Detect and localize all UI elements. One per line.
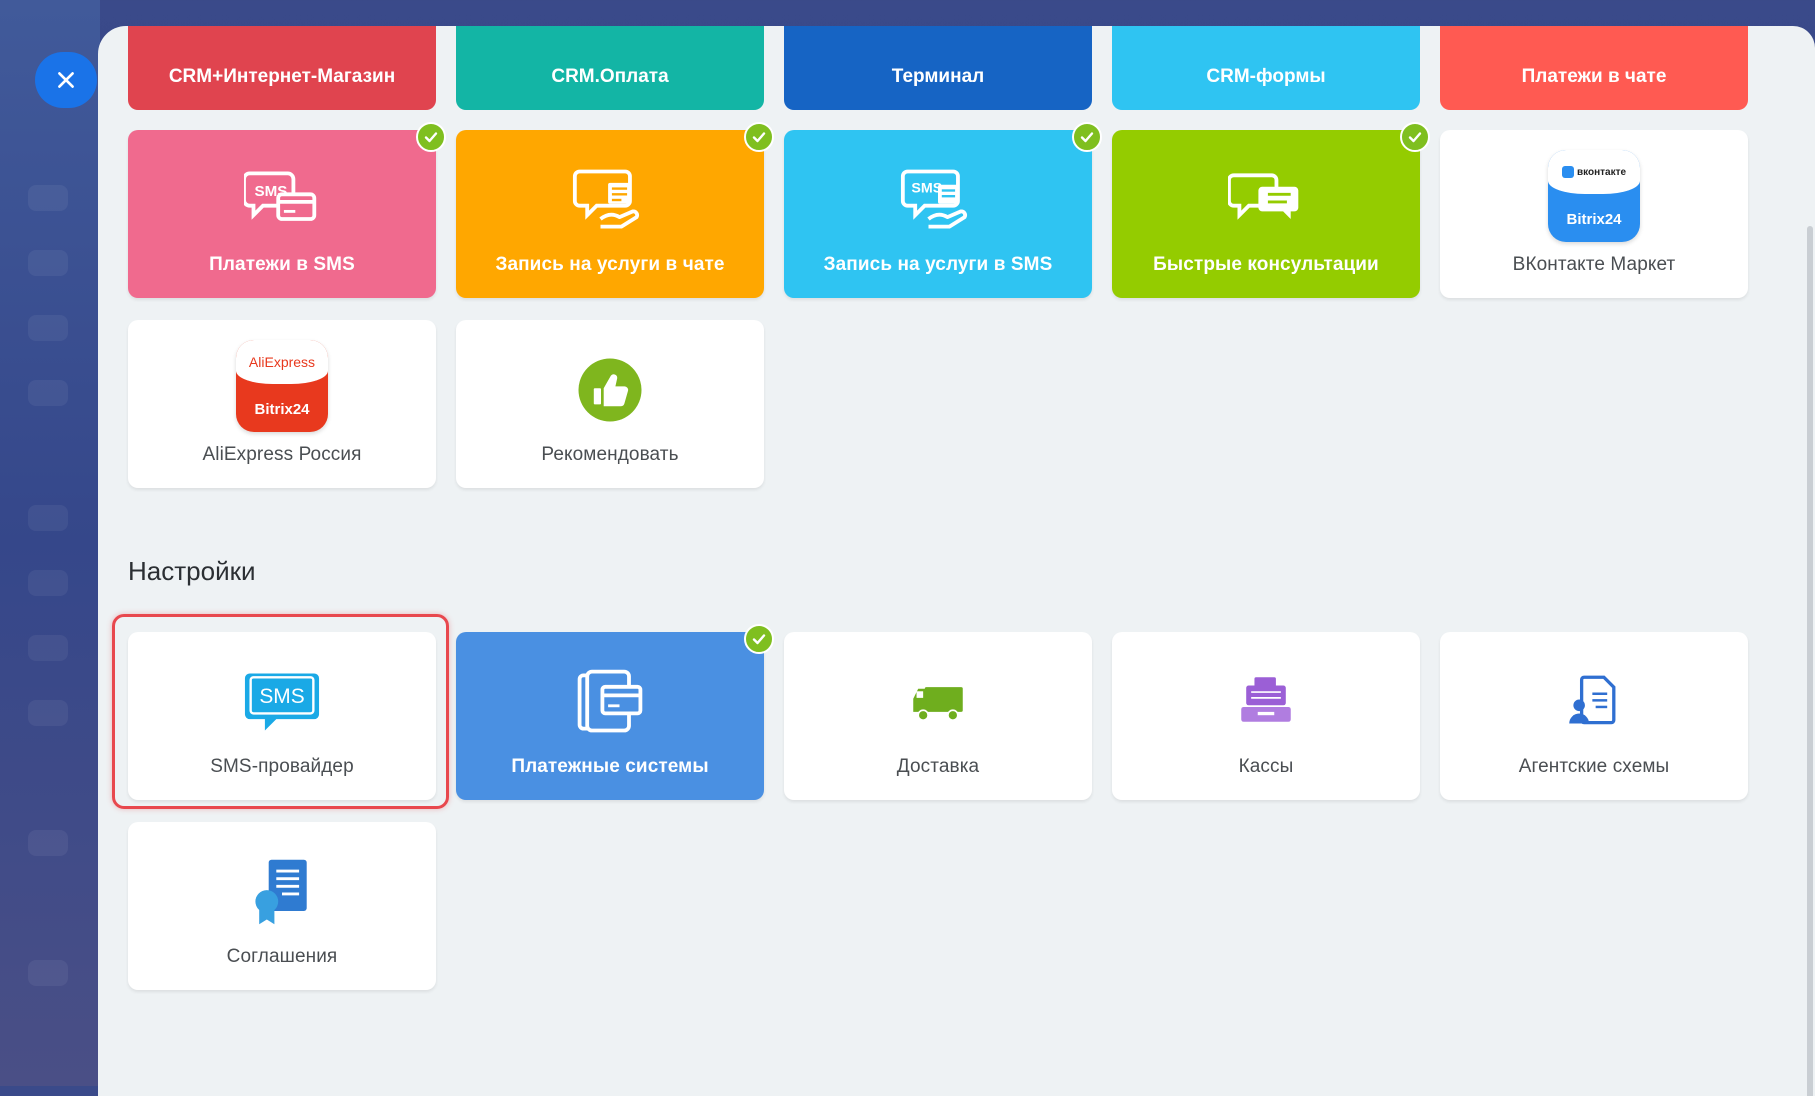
payment-systems-icon bbox=[570, 662, 650, 742]
blurred-item bbox=[28, 570, 68, 596]
blurred-item bbox=[28, 185, 68, 211]
tile-terminal[interactable]: Терминал bbox=[784, 26, 1092, 110]
tile-label: Соглашения bbox=[226, 946, 338, 967]
tile-payment-systems[interactable]: Платежные системы bbox=[456, 624, 774, 800]
tile-sms-payments[interactable]: SMS Платежи в SMS bbox=[128, 122, 446, 298]
tile-crm-payment[interactable]: CRM.Оплата bbox=[456, 26, 764, 110]
tile-agent-schemes[interactable]: Агентские схемы bbox=[1440, 632, 1748, 800]
tile-label: Запись на услуги в SMS bbox=[823, 254, 1053, 275]
tile-cash-registers[interactable]: Кассы bbox=[1112, 632, 1420, 800]
tile-label: Терминал bbox=[891, 66, 985, 87]
sms-booking-icon: SMS bbox=[898, 160, 978, 240]
tile-label: Запись на услуги в чате bbox=[495, 254, 725, 275]
highlight-frame bbox=[112, 614, 449, 809]
tile-label: Рекомендовать bbox=[541, 444, 679, 465]
truck-icon bbox=[898, 662, 978, 742]
chat-bubbles-icon bbox=[1226, 160, 1306, 240]
tile-label: Агентские схемы bbox=[1518, 756, 1670, 777]
installed-check-icon bbox=[1072, 122, 1102, 152]
bitrix-logo-text: Bitrix24 bbox=[254, 401, 310, 418]
background-sidebar-blur bbox=[0, 0, 100, 1086]
tile-label: Платежи в SMS bbox=[209, 254, 355, 275]
agent-scheme-icon bbox=[1554, 662, 1634, 742]
tile-chat-payments[interactable]: Платежи в чате bbox=[1440, 26, 1748, 110]
blurred-item bbox=[28, 635, 68, 661]
aliexpress-bitrix-icon: AliExpress Bitrix24 bbox=[234, 338, 330, 434]
tile-chat-booking[interactable]: Запись на услуги в чате bbox=[456, 122, 774, 298]
blurred-item bbox=[28, 315, 68, 341]
svg-text:SMS: SMS bbox=[911, 180, 942, 196]
sms-card-icon: SMS bbox=[242, 160, 322, 240]
blurred-item bbox=[28, 830, 68, 856]
tile-crm-forms[interactable]: CRM-формы bbox=[1112, 26, 1420, 110]
tile-label: Платежи в чате bbox=[1521, 66, 1667, 87]
scrollbar[interactable] bbox=[1803, 26, 1815, 1096]
bitrix-logo-text: Bitrix24 bbox=[1566, 211, 1622, 228]
close-button[interactable] bbox=[35, 52, 97, 108]
installed-check-icon bbox=[1400, 122, 1430, 152]
aliexpress-logo-text: AliExpress bbox=[248, 354, 316, 370]
installed-check-icon bbox=[744, 624, 774, 654]
tile-crm-shop[interactable]: CRM+Интернет-Магазин bbox=[128, 26, 436, 110]
blurred-item bbox=[28, 250, 68, 276]
thumbs-up-icon bbox=[570, 350, 650, 430]
cash-register-icon bbox=[1226, 662, 1306, 742]
installed-check-icon bbox=[416, 122, 446, 152]
blurred-item bbox=[28, 380, 68, 406]
agreement-icon bbox=[242, 852, 322, 932]
tile-recommend[interactable]: Рекомендовать bbox=[456, 320, 764, 488]
chat-booking-icon bbox=[570, 160, 650, 240]
section-title-settings: Настройки bbox=[128, 556, 256, 586]
vk-logo-text: вконтакте bbox=[1576, 166, 1627, 178]
close-icon bbox=[58, 72, 74, 88]
scrollbar-thumb[interactable] bbox=[1807, 226, 1813, 1096]
tile-delivery[interactable]: Доставка bbox=[784, 632, 1092, 800]
tile-quick-consult[interactable]: Быстрые консультации bbox=[1112, 122, 1430, 298]
tile-label: ВКонтакте Маркет bbox=[1512, 254, 1676, 275]
tile-sms-booking[interactable]: SMS Запись на услуги в SMS bbox=[784, 122, 1102, 298]
tile-label: CRM.Оплата bbox=[551, 66, 669, 87]
tile-label: Доставка bbox=[896, 756, 980, 777]
blurred-item bbox=[28, 700, 68, 726]
tile-aliexpress[interactable]: AliExpress Bitrix24 AliExpress Россия bbox=[128, 320, 436, 488]
blurred-item bbox=[28, 960, 68, 986]
tile-label: Быстрые консультации bbox=[1153, 254, 1379, 275]
marketplace-panel: CRM+Интернет-Магазин CRM.Оплата Терминал… bbox=[98, 26, 1815, 1096]
tile-label: CRM+Интернет-Магазин bbox=[168, 66, 396, 87]
blurred-item bbox=[28, 505, 68, 531]
tile-agreements[interactable]: Соглашения bbox=[128, 822, 436, 990]
tile-label: Кассы bbox=[1238, 756, 1294, 777]
vk-bitrix-icon: вконтакте Bitrix24 bbox=[1546, 148, 1642, 244]
tile-vk-market[interactable]: вконтакте Bitrix24 ВКонтакте Маркет bbox=[1440, 130, 1748, 298]
tile-label: Платежные системы bbox=[511, 756, 709, 777]
tile-label: AliExpress Россия bbox=[202, 444, 362, 465]
tile-label: CRM-формы bbox=[1206, 66, 1326, 87]
installed-check-icon bbox=[744, 122, 774, 152]
